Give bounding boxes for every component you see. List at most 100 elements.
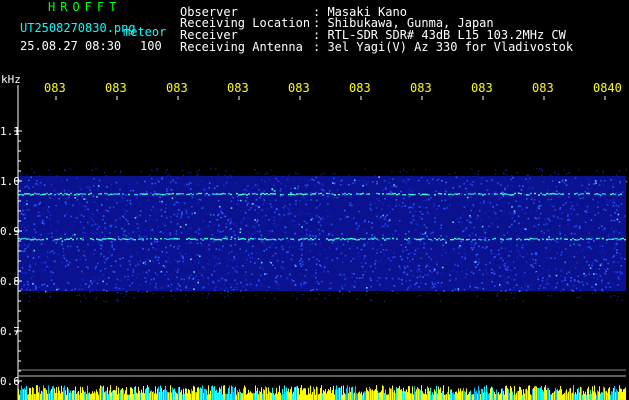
noise-speck — [374, 263, 376, 265]
noise-speck — [298, 223, 301, 226]
noise-speck — [191, 196, 194, 199]
noise-speck — [318, 229, 320, 231]
noise-speck — [292, 280, 295, 282]
carrier-line-0-segment — [170, 193, 172, 195]
noise-speck — [383, 234, 386, 237]
activity-bar-column — [103, 385, 104, 400]
activity-bar-column — [240, 391, 241, 400]
carrier-line-0-segment — [440, 193, 442, 195]
activity-bar-column — [581, 387, 582, 400]
carrier-line-0-segment — [614, 193, 616, 196]
noise-speck — [358, 255, 361, 257]
noise-speck — [500, 257, 502, 259]
noise-speck — [600, 263, 603, 265]
noise-speck — [618, 231, 621, 234]
activity-bar-column — [152, 391, 153, 400]
noise-speck — [463, 183, 465, 185]
noise-speck — [446, 207, 448, 209]
noise-speck — [197, 281, 199, 284]
noise-speck — [500, 290, 502, 292]
activity-bar-column — [20, 390, 21, 400]
noise-speck — [457, 246, 460, 249]
noise-speck — [512, 176, 514, 179]
activity-bar-column — [57, 393, 58, 400]
noise-speck — [96, 209, 99, 212]
noise-speck — [155, 282, 157, 285]
noise-fringe-speck — [243, 175, 245, 177]
noise-fringe-speck — [334, 172, 336, 175]
carrier-line-0-segment — [444, 193, 446, 195]
noise-speck — [425, 266, 427, 268]
noise-speck — [370, 177, 372, 179]
noise-speck — [426, 264, 428, 267]
noise-speck — [173, 203, 176, 206]
activity-bar-column — [318, 394, 319, 400]
noise-speck — [431, 276, 433, 279]
carrier-line-1-segment — [248, 239, 250, 241]
noise-speck — [137, 262, 139, 264]
activity-bar-column — [439, 389, 440, 400]
noise-speck — [158, 210, 160, 212]
noise-speck — [570, 201, 572, 204]
noise-speck — [260, 261, 263, 264]
noise-speck — [305, 222, 308, 224]
noise-speck — [20, 221, 23, 224]
activity-bar-column — [434, 389, 435, 400]
activity-bar-column — [346, 388, 347, 400]
noise-speck — [445, 241, 447, 244]
carrier-line-1-segment — [506, 238, 508, 241]
noise-speck — [47, 233, 49, 235]
noise-speck — [218, 262, 221, 265]
noise-speck — [90, 263, 93, 266]
activity-bar-column — [48, 385, 49, 400]
carrier-line-1-segment — [456, 238, 458, 240]
noise-speck — [104, 222, 106, 224]
noise-speck — [109, 232, 111, 234]
carrier-line-0-segment — [222, 192, 224, 195]
noise-speck — [215, 250, 218, 252]
noise-speck — [40, 253, 42, 256]
activity-bar-column — [245, 387, 246, 400]
activity-bar-column — [570, 387, 571, 400]
noise-speck — [178, 285, 181, 287]
noise-speck — [507, 260, 509, 263]
activity-bar-column — [613, 387, 614, 400]
activity-bar-column — [302, 390, 303, 400]
noise-speck — [193, 271, 195, 273]
carrier-line-1-segment — [226, 238, 228, 240]
noise-speck — [310, 289, 312, 292]
activity-bar-column — [154, 393, 155, 400]
activity-bar-column — [208, 385, 209, 400]
carrier-line-0-segment — [618, 194, 620, 196]
noise-speck — [239, 205, 242, 208]
carrier-line-0-segment — [454, 193, 456, 195]
noise-speck — [328, 287, 330, 290]
noise-speck — [169, 232, 172, 234]
noise-speck — [136, 252, 139, 254]
noise-speck — [440, 285, 442, 287]
noise-speck — [273, 216, 275, 218]
carrier-line-1-segment — [414, 238, 416, 240]
noise-speck — [230, 176, 233, 178]
noise-speck — [289, 212, 292, 215]
noise-speck — [122, 268, 124, 270]
carrier-line-1-segment — [24, 237, 26, 240]
noise-speck — [32, 281, 34, 283]
activity-bar-column — [89, 392, 90, 400]
noise-speck — [21, 267, 24, 269]
activity-bar-column — [457, 393, 458, 400]
noise-speck — [203, 188, 205, 190]
activity-bar-column — [425, 388, 426, 400]
noise-speck — [119, 264, 122, 267]
carrier-line-1-segment — [90, 238, 92, 240]
noise-speck — [583, 272, 585, 275]
noise-speck — [500, 241, 503, 244]
noise-speck — [340, 285, 343, 287]
noise-speck — [412, 203, 415, 206]
activity-bar-column — [525, 388, 526, 400]
noise-speck — [92, 195, 95, 197]
noise-speck — [64, 201, 67, 204]
noise-speck — [548, 236, 550, 238]
noise-speck — [212, 189, 214, 192]
noise-speck — [292, 201, 294, 204]
